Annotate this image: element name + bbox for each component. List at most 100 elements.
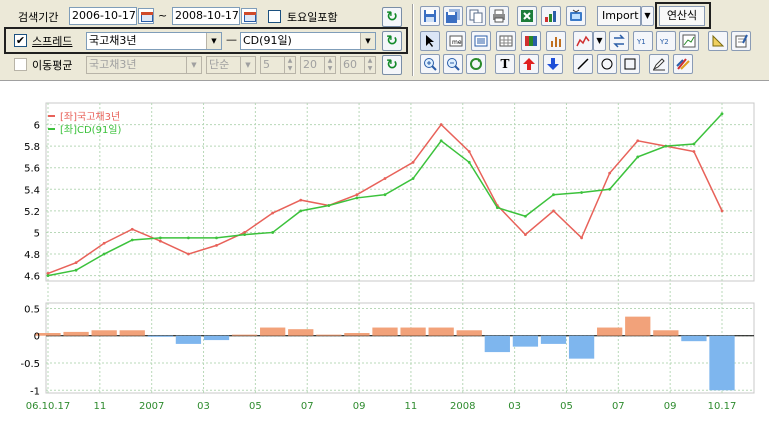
save-as-icon[interactable]	[443, 6, 463, 26]
spread-bar	[344, 333, 370, 336]
svg-text:me: me	[452, 39, 462, 46]
color-grid-icon[interactable]	[521, 31, 541, 51]
swap-icon[interactable]	[609, 31, 629, 51]
y-tick-label: 6	[34, 121, 40, 132]
ruler-icon[interactable]	[708, 31, 728, 51]
pointer-icon[interactable]	[420, 31, 440, 51]
series1-point	[580, 236, 583, 240]
series2-point	[608, 187, 612, 191]
rectangle-icon[interactable]	[620, 54, 640, 74]
series2-point	[439, 139, 443, 143]
moving-average-period2-stepper[interactable]: 20 ▲ ▼	[300, 56, 336, 74]
chevron-down-icon[interactable]: ▼	[206, 33, 221, 49]
arrow-down-icon[interactable]	[543, 54, 563, 74]
print-icon[interactable]	[489, 6, 509, 26]
saturday-include-checkbox[interactable]	[268, 10, 281, 23]
memo-icon[interactable]: me	[446, 31, 466, 51]
spin-icon[interactable]: ▲ ▼	[324, 57, 335, 73]
table-icon[interactable]	[496, 31, 516, 51]
series1-point	[439, 123, 443, 126]
notepad-icon[interactable]	[731, 31, 751, 51]
line-chart-icon[interactable]	[573, 31, 593, 51]
excel-icon[interactable]	[517, 6, 537, 26]
spread-bar	[597, 327, 623, 336]
end-calendar-icon[interactable]	[241, 8, 257, 24]
svg-text:Y1: Y1	[636, 38, 646, 46]
list-icon[interactable]	[471, 31, 491, 51]
series1-point	[608, 171, 612, 175]
x-tick-label: 11	[93, 401, 106, 412]
tv-icon[interactable]	[566, 6, 586, 26]
x-tick-label: 10.17	[708, 401, 737, 412]
zoom-out-icon[interactable]	[443, 54, 463, 74]
spread-bar	[681, 335, 707, 342]
refresh-search-button[interactable]: ↻	[382, 7, 402, 27]
moving-average-checkbox[interactable]	[14, 58, 27, 71]
x-tick-label: 09	[664, 401, 677, 412]
import-button[interactable]: Import	[597, 6, 641, 26]
moving-average-series-select[interactable]: 국고채3년 ▼	[86, 56, 202, 74]
series2-point	[411, 177, 415, 180]
chart-settings-icon[interactable]	[679, 31, 699, 51]
spread-label: 스프레드	[32, 35, 73, 48]
saturday-include-label: 토요일포함	[287, 11, 338, 24]
chevron-down-icon[interactable]: ▼	[186, 57, 201, 73]
refresh-moving-average-button[interactable]: ↻	[382, 55, 402, 75]
spin-icon[interactable]: ▲ ▼	[364, 57, 375, 73]
series1-point	[299, 198, 303, 202]
y2-axis-icon[interactable]: Y2	[656, 31, 676, 51]
color-brush-icon[interactable]	[673, 54, 693, 74]
series1-point	[355, 193, 359, 197]
start-calendar-icon[interactable]	[138, 8, 154, 24]
moving-average-period2-value: 20	[303, 58, 317, 71]
series2-point	[524, 214, 527, 218]
legend-label-series2: [좌]CD(91일)	[60, 124, 122, 136]
moving-average-period1-stepper[interactable]: 5 ▲ ▼	[260, 56, 296, 74]
y1-axis-icon[interactable]: Y1	[633, 31, 653, 51]
arrow-up-icon[interactable]	[519, 54, 539, 74]
formula-button[interactable]: 연산식	[659, 6, 705, 26]
chevron-down-icon[interactable]: ▼	[240, 57, 255, 73]
legend-label-series1: [좌]국고채3년	[60, 111, 120, 123]
x-tick-label: 2008	[450, 401, 475, 412]
spread-bar	[231, 334, 258, 336]
data-chart-icon[interactable]	[541, 6, 561, 26]
reset-view-icon[interactable]	[466, 54, 486, 74]
spin-icon[interactable]: ▲ ▼	[284, 57, 295, 73]
spread-plot-area	[45, 302, 755, 394]
spread-checkbox[interactable]: ✔	[14, 34, 27, 47]
spread-bar	[203, 335, 230, 341]
spread-bar	[372, 327, 398, 336]
spread-series1-select[interactable]: 국고채3년 ▼	[86, 32, 222, 50]
chart-type-dropdown-icon[interactable]: ▼	[593, 31, 606, 51]
end-date-field[interactable]: 2008-10-17	[172, 7, 240, 25]
save-icon[interactable]	[420, 6, 440, 26]
line-draw-icon[interactable]	[573, 54, 593, 74]
moving-average-period3-stepper[interactable]: 60 ▲ ▼	[340, 56, 376, 74]
start-date-field[interactable]: 2006-10-17	[69, 7, 137, 25]
import-dropdown-icon[interactable]: ▼	[641, 6, 654, 26]
spread-bar	[63, 331, 89, 336]
text-tool-icon[interactable]: T	[495, 54, 515, 74]
series2-point	[74, 268, 78, 272]
series2-point	[467, 160, 471, 164]
series1-point	[102, 241, 106, 245]
moving-average-method-select[interactable]: 단순 ▼	[206, 56, 256, 74]
series1-point	[383, 177, 387, 180]
x-tick-label: 07	[612, 401, 625, 412]
spread-series2-select[interactable]: CD(91일) ▼	[240, 32, 376, 50]
ellipse-icon[interactable]	[597, 54, 617, 74]
series1-point	[636, 139, 640, 143]
bar-chart-icon[interactable]	[546, 31, 566, 51]
series2-point	[720, 112, 724, 116]
spread-bar	[568, 335, 595, 359]
chevron-down-icon[interactable]: ▼	[360, 33, 375, 49]
zoom-in-icon[interactable]	[420, 54, 440, 74]
spread-bar	[119, 330, 145, 336]
moving-average-period3-value: 60	[343, 58, 357, 71]
y-tick-label: 0	[34, 332, 40, 343]
copy-icon[interactable]	[466, 6, 486, 26]
pen-tool-icon[interactable]	[649, 54, 669, 74]
series2-point	[327, 204, 331, 207]
refresh-spread-button[interactable]: ↻	[382, 31, 402, 51]
